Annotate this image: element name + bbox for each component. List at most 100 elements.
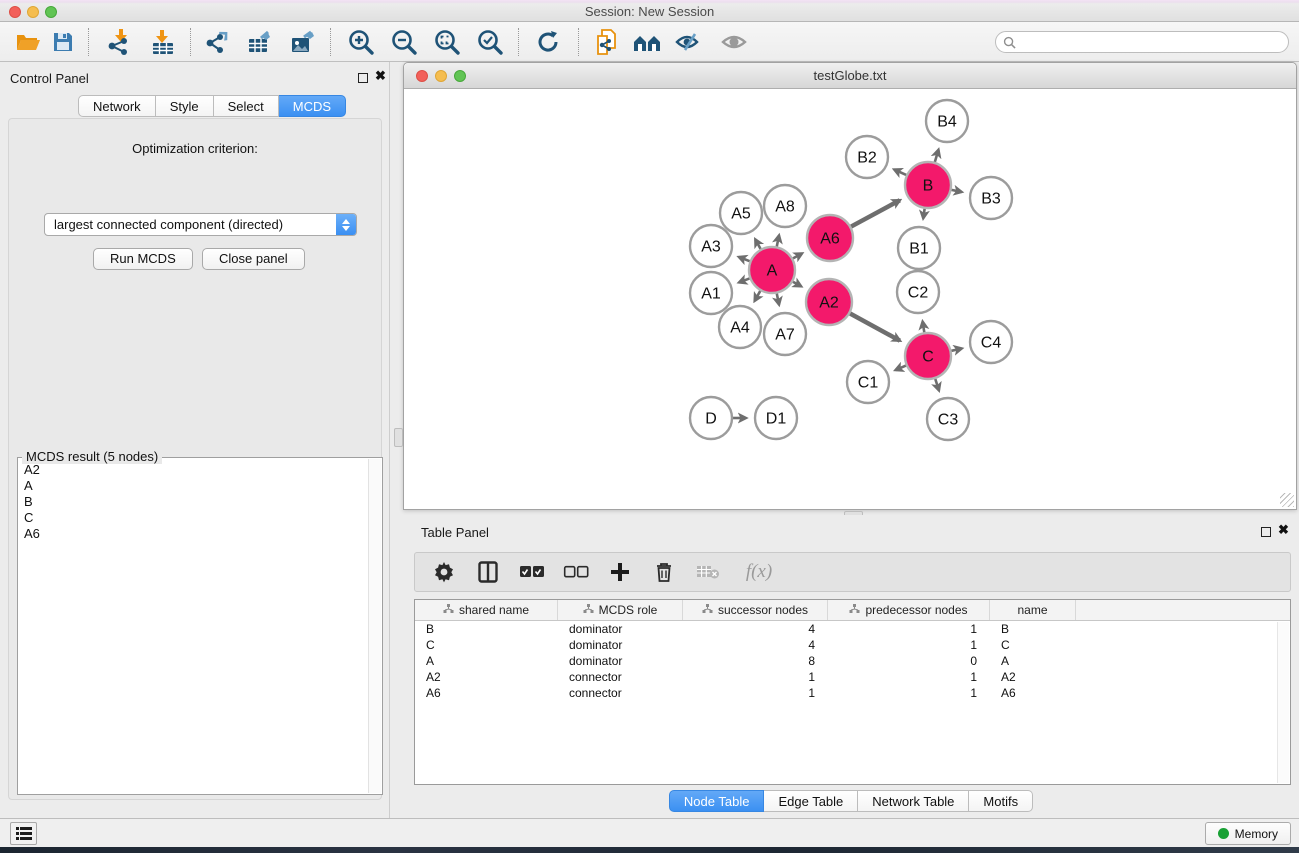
close-panel-icon[interactable]: ✖ <box>375 68 386 84</box>
ndex-icon[interactable] <box>630 28 664 56</box>
edge-B-B4[interactable] <box>935 150 939 162</box>
graph-node-B4[interactable]: B4 <box>926 100 968 142</box>
float-panel-icon[interactable] <box>1261 527 1271 537</box>
edge-A-A6[interactable] <box>793 253 802 258</box>
deselect-all-icon[interactable] <box>563 559 589 585</box>
graph-node-A1[interactable]: A1 <box>690 272 732 314</box>
edge-C-C2[interactable] <box>923 322 925 333</box>
edge-A-A5[interactable] <box>755 239 760 249</box>
mcds-result-item[interactable]: B <box>24 494 40 510</box>
search-field[interactable] <box>995 31 1289 53</box>
edge-A-A4[interactable] <box>755 291 761 301</box>
graphics-details-icon[interactable] <box>672 28 706 56</box>
close-window-button[interactable] <box>416 70 428 82</box>
mcds-result-item[interactable]: A2 <box>24 462 40 478</box>
mcds-result-item[interactable]: A <box>24 478 40 494</box>
zoom-fit-icon[interactable] <box>430 28 464 56</box>
tab-style[interactable]: Style <box>156 95 214 117</box>
memory-button[interactable]: Memory <box>1205 822 1291 845</box>
column-header-MCDS-role[interactable]: MCDS role <box>558 600 683 620</box>
edge-A-A7[interactable] <box>777 294 779 305</box>
graph-node-A6[interactable]: A6 <box>807 215 853 261</box>
column-header-shared-name[interactable]: shared name <box>415 600 558 620</box>
refresh-icon[interactable] <box>531 28 565 56</box>
graph-node-C1[interactable]: C1 <box>847 361 889 403</box>
graph-node-B[interactable]: B <box>905 162 951 208</box>
delete-column-icon[interactable] <box>651 559 677 585</box>
add-column-icon[interactable] <box>607 559 633 585</box>
graph-node-B2[interactable]: B2 <box>846 136 888 178</box>
network-window-titlebar[interactable]: testGlobe.txt <box>404 63 1296 89</box>
maximize-window-button[interactable] <box>454 70 466 82</box>
fit-columns-icon[interactable] <box>475 559 501 585</box>
tab-node-table[interactable]: Node Table <box>669 790 765 812</box>
function-builder-icon[interactable]: f(x) <box>739 559 779 585</box>
delete-table-icon[interactable] <box>695 559 721 585</box>
edge-A-A1[interactable] <box>739 278 749 282</box>
table-row[interactable]: Adominator80A <box>415 653 1290 669</box>
export-network-icon[interactable] <box>200 28 234 56</box>
tab-edge-table[interactable]: Edge Table <box>764 790 858 812</box>
graph-node-A3[interactable]: A3 <box>690 225 732 267</box>
float-panel-icon[interactable] <box>358 73 368 83</box>
graph-node-C3[interactable]: C3 <box>927 398 969 440</box>
open-file-icon[interactable] <box>11 28 45 56</box>
edge-A-A2[interactable] <box>793 282 801 287</box>
tab-motifs[interactable]: Motifs <box>969 790 1033 812</box>
close-window-button[interactable] <box>9 6 21 18</box>
search-input[interactable] <box>1020 35 1270 49</box>
edge-A-A8[interactable] <box>777 235 779 246</box>
edge-C-C4[interactable] <box>951 349 961 351</box>
edge-B-B1[interactable] <box>923 209 924 219</box>
edge-A6-B[interactable] <box>851 200 900 226</box>
edge-A-A3[interactable] <box>739 257 750 261</box>
graph-node-D1[interactable]: D1 <box>755 397 797 439</box>
graph-node-C2[interactable]: C2 <box>897 271 939 313</box>
column-header-predecessor-nodes[interactable]: predecessor nodes <box>828 600 990 620</box>
table-scrollbar[interactable] <box>1277 622 1289 783</box>
graph-node-A4[interactable]: A4 <box>719 306 761 348</box>
graph-node-A8[interactable]: A8 <box>764 185 806 227</box>
select-all-icon[interactable] <box>519 559 545 585</box>
mcds-result-item[interactable]: A6 <box>24 526 40 542</box>
table-row[interactable]: Cdominator41C <box>415 637 1290 653</box>
edge-A2-C[interactable] <box>850 313 900 340</box>
graph-node-B3[interactable]: B3 <box>970 177 1012 219</box>
tab-mcds[interactable]: MCDS <box>279 95 346 117</box>
window-resize-grip[interactable] <box>1280 493 1294 507</box>
graph-node-C[interactable]: C <box>905 333 951 379</box>
table-row[interactable]: Bdominator41B <box>415 621 1290 637</box>
export-table-icon[interactable] <box>243 28 277 56</box>
tab-network-table[interactable]: Network Table <box>858 790 969 812</box>
maximize-window-button[interactable] <box>45 6 57 18</box>
export-image-icon[interactable] <box>286 28 320 56</box>
run-mcds-button[interactable]: Run MCDS <box>93 248 193 270</box>
edge-B-B3[interactable] <box>952 190 962 192</box>
minimize-window-button[interactable] <box>27 6 39 18</box>
zoom-out-icon[interactable] <box>387 28 421 56</box>
table-row[interactable]: A6connector11A6 <box>415 685 1290 701</box>
zoom-selected-icon[interactable] <box>473 28 507 56</box>
criterion-dropdown[interactable]: largest connected component (directed) <box>44 213 357 236</box>
tab-select[interactable]: Select <box>214 95 279 117</box>
zoom-in-icon[interactable] <box>344 28 378 56</box>
graph-node-A2[interactable]: A2 <box>806 279 852 325</box>
table-row[interactable]: A2connector11A2 <box>415 669 1290 685</box>
edge-C-C3[interactable] <box>935 379 939 391</box>
minimize-window-button[interactable] <box>435 70 447 82</box>
table-settings-icon[interactable] <box>431 559 457 585</box>
column-header-successor-nodes[interactable]: successor nodes <box>683 600 828 620</box>
import-network-icon[interactable] <box>103 28 137 56</box>
split-divider-handle[interactable] <box>394 428 403 447</box>
column-header-name[interactable]: name <box>990 600 1076 620</box>
graph-node-B1[interactable]: B1 <box>898 227 940 269</box>
graph-node-C4[interactable]: C4 <box>970 321 1012 363</box>
network-canvas[interactable]: AA1A2A3A4A5A6A7A8BB1B2B3B4CC1C2C3C4DD1 <box>404 89 1296 509</box>
close-panel-icon[interactable]: ✖ <box>1278 522 1289 538</box>
edge-B-B2[interactable] <box>894 170 906 175</box>
graph-node-D[interactable]: D <box>690 397 732 439</box>
result-scrollbar[interactable] <box>368 459 381 793</box>
eye-icon[interactable] <box>717 28 751 56</box>
duplicate-network-icon[interactable] <box>590 28 624 56</box>
edge-C-C1[interactable] <box>896 366 906 371</box>
